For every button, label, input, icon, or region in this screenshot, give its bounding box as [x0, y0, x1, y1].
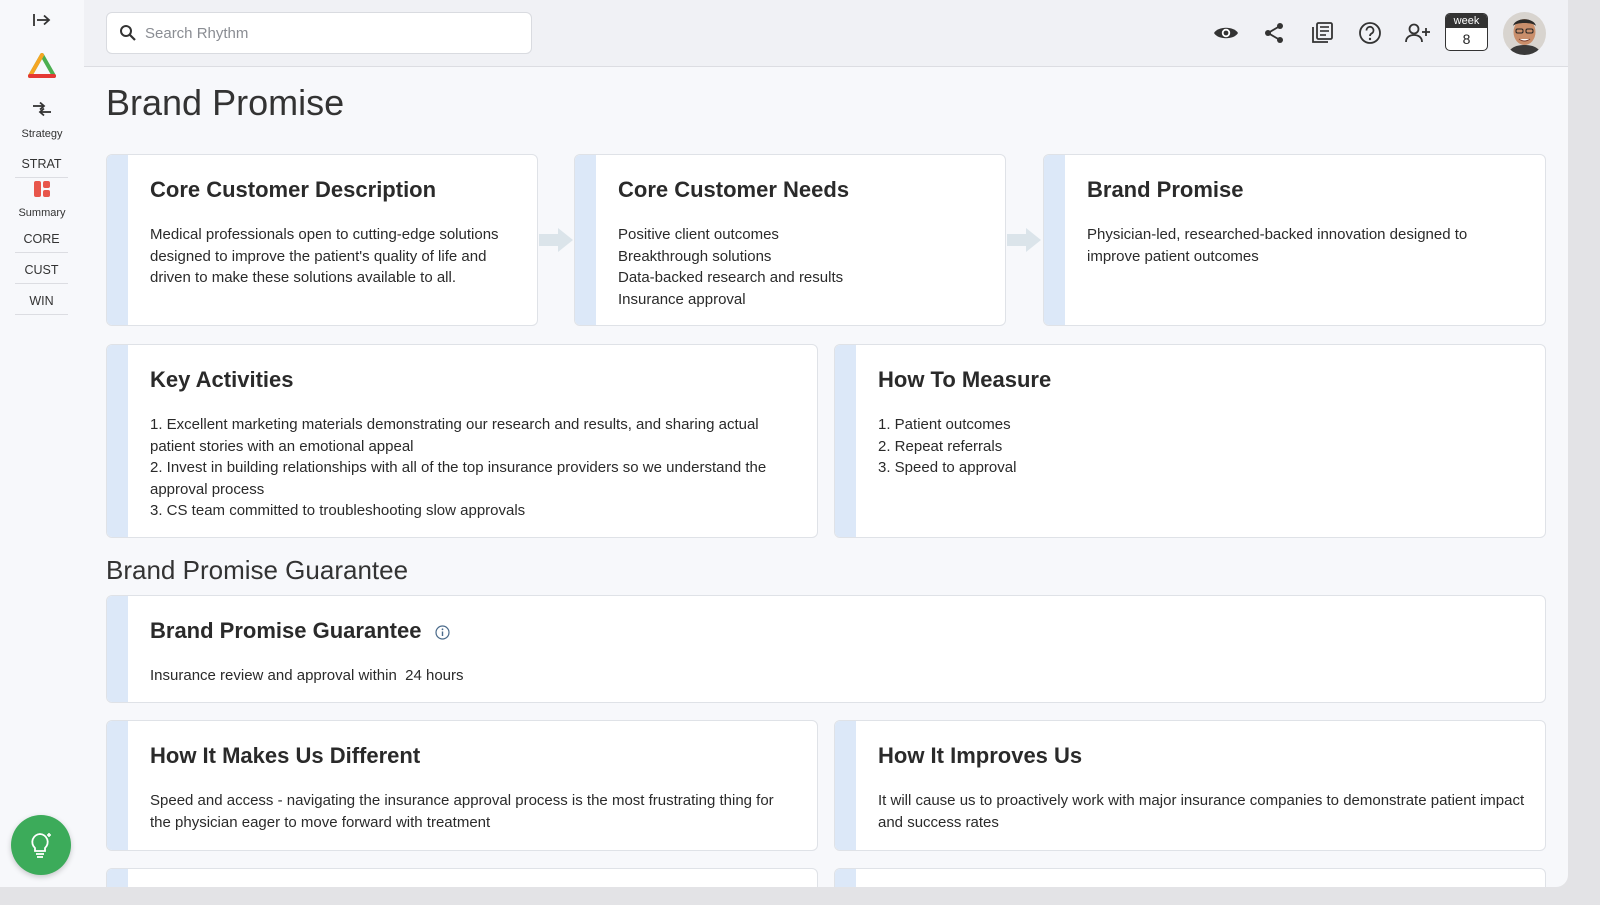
sidebar-item-label: Strategy [21, 128, 63, 140]
brand-promise-guarantee-card[interactable]: Brand Promise Guarantee Insurance review… [106, 595, 1546, 703]
card-body: Insurance review and approval within 24 … [150, 667, 464, 684]
need-item: Positive client outcomes [618, 226, 779, 243]
need-item: Data-backed research and results [618, 269, 844, 286]
expand-sidebar-icon[interactable] [0, 12, 84, 28]
card-title: How To Measure [878, 367, 1052, 392]
section-title: Brand Promise Guarantee [106, 555, 409, 585]
activity-item: 1. Excellent marketing materials demonst… [150, 416, 759, 455]
sidebar-item-strategy[interactable]: Strategy [0, 99, 84, 140]
sidebar-item-label: Summary [18, 207, 66, 219]
next-card-right[interactable] [834, 868, 1546, 887]
help-icon[interactable] [1356, 19, 1384, 47]
need-item: Breakthrough solutions [618, 247, 772, 265]
card-body: 1. Excellent marketing materials demonst… [150, 414, 791, 522]
card-body: Speed and access - navigating the insura… [150, 792, 774, 831]
add-user-icon[interactable] [1404, 19, 1432, 47]
week-label: week [1446, 14, 1487, 28]
card-title: Brand Promise Guarantee [150, 618, 451, 644]
sidebar-item-summary[interactable]: Summary [0, 180, 84, 219]
core-customer-needs-card[interactable]: Core Customer Needs Positive client outc… [574, 154, 1006, 326]
card-title-text: Brand Promise Guarantee [150, 618, 422, 643]
strategy-arrows-icon [33, 101, 51, 117]
core-customer-description-card[interactable]: Core Customer Description Medical profes… [106, 154, 538, 326]
search-box[interactable] [106, 12, 532, 54]
eye-icon[interactable] [1212, 19, 1240, 47]
measure-item: 3. Speed to approval [878, 459, 1017, 476]
activity-item: 2. Invest in building relationships with… [150, 459, 767, 498]
card-body: Positive client outcomes Breakthrough so… [618, 224, 987, 310]
next-card-left[interactable] [106, 868, 818, 887]
card-title: Brand Promise [1087, 177, 1244, 202]
measure-item: 2. Repeat referrals [878, 437, 1003, 455]
library-icon[interactable] [1308, 19, 1336, 47]
user-avatar[interactable] [1503, 12, 1546, 55]
card-title: How It Improves Us [878, 743, 1083, 768]
sidebar-item-core[interactable]: CORE [15, 226, 68, 253]
measure-item: 1. Patient outcomes [878, 416, 1011, 433]
card-title: How It Makes Us Different [150, 743, 421, 768]
app-window: Strategy STRAT Summary CORE CUST WIN Sea… [0, 0, 1568, 887]
sidebar-item-strat[interactable]: STRAT [15, 151, 68, 178]
need-item: Insurance approval [618, 290, 746, 308]
week-badge[interactable]: week 8 [1445, 13, 1488, 51]
activity-item: 3. CS team committed to troubleshooting … [150, 502, 526, 519]
search-icon [120, 25, 136, 41]
lightbulb-icon [31, 833, 51, 858]
how-it-makes-us-different-card[interactable]: How It Makes Us Different Speed and acce… [106, 720, 818, 851]
summary-dashboard-icon [34, 181, 50, 197]
card-body: Physician-led, researched-backed innovat… [1087, 226, 1468, 265]
card-title: Core Customer Needs [618, 177, 850, 202]
how-to-measure-card[interactable]: How To Measure 1. Patient outcomes 2. Re… [834, 344, 1546, 538]
top-bar: week 8 [84, 0, 1568, 67]
card-body: It will cause us to proactively work wit… [878, 792, 1525, 831]
page-title: Brand Promise [106, 82, 345, 123]
card-title: Key Activities [150, 367, 294, 392]
sidebar: Strategy STRAT Summary CORE CUST WIN [0, 0, 84, 887]
info-icon[interactable] [435, 625, 451, 640]
sidebar-item-cust[interactable]: CUST [15, 257, 68, 284]
card-title: Core Customer Description [150, 177, 437, 202]
ideas-lightbulb-button[interactable] [11, 815, 71, 875]
flow-arrow-icon [1007, 228, 1041, 252]
week-number: 8 [1462, 31, 1471, 47]
search-input[interactable] [145, 24, 505, 42]
share-icon[interactable] [1260, 19, 1288, 47]
brand-promise-card[interactable]: Brand Promise Physician-led, researched-… [1043, 154, 1546, 326]
flow-arrow-icon [539, 228, 573, 252]
how-it-improves-us-card[interactable]: How It Improves Us It will cause us to p… [834, 720, 1546, 851]
card-body: 1. Patient outcomes 2. Repeat referrals … [878, 414, 1527, 479]
sidebar-item-win[interactable]: WIN [15, 288, 68, 315]
app-logo-icon[interactable] [0, 53, 84, 79]
key-activities-card[interactable]: Key Activities 1. Excellent marketing ma… [106, 344, 818, 538]
card-body: Medical professionals open to cutting-ed… [150, 226, 499, 286]
